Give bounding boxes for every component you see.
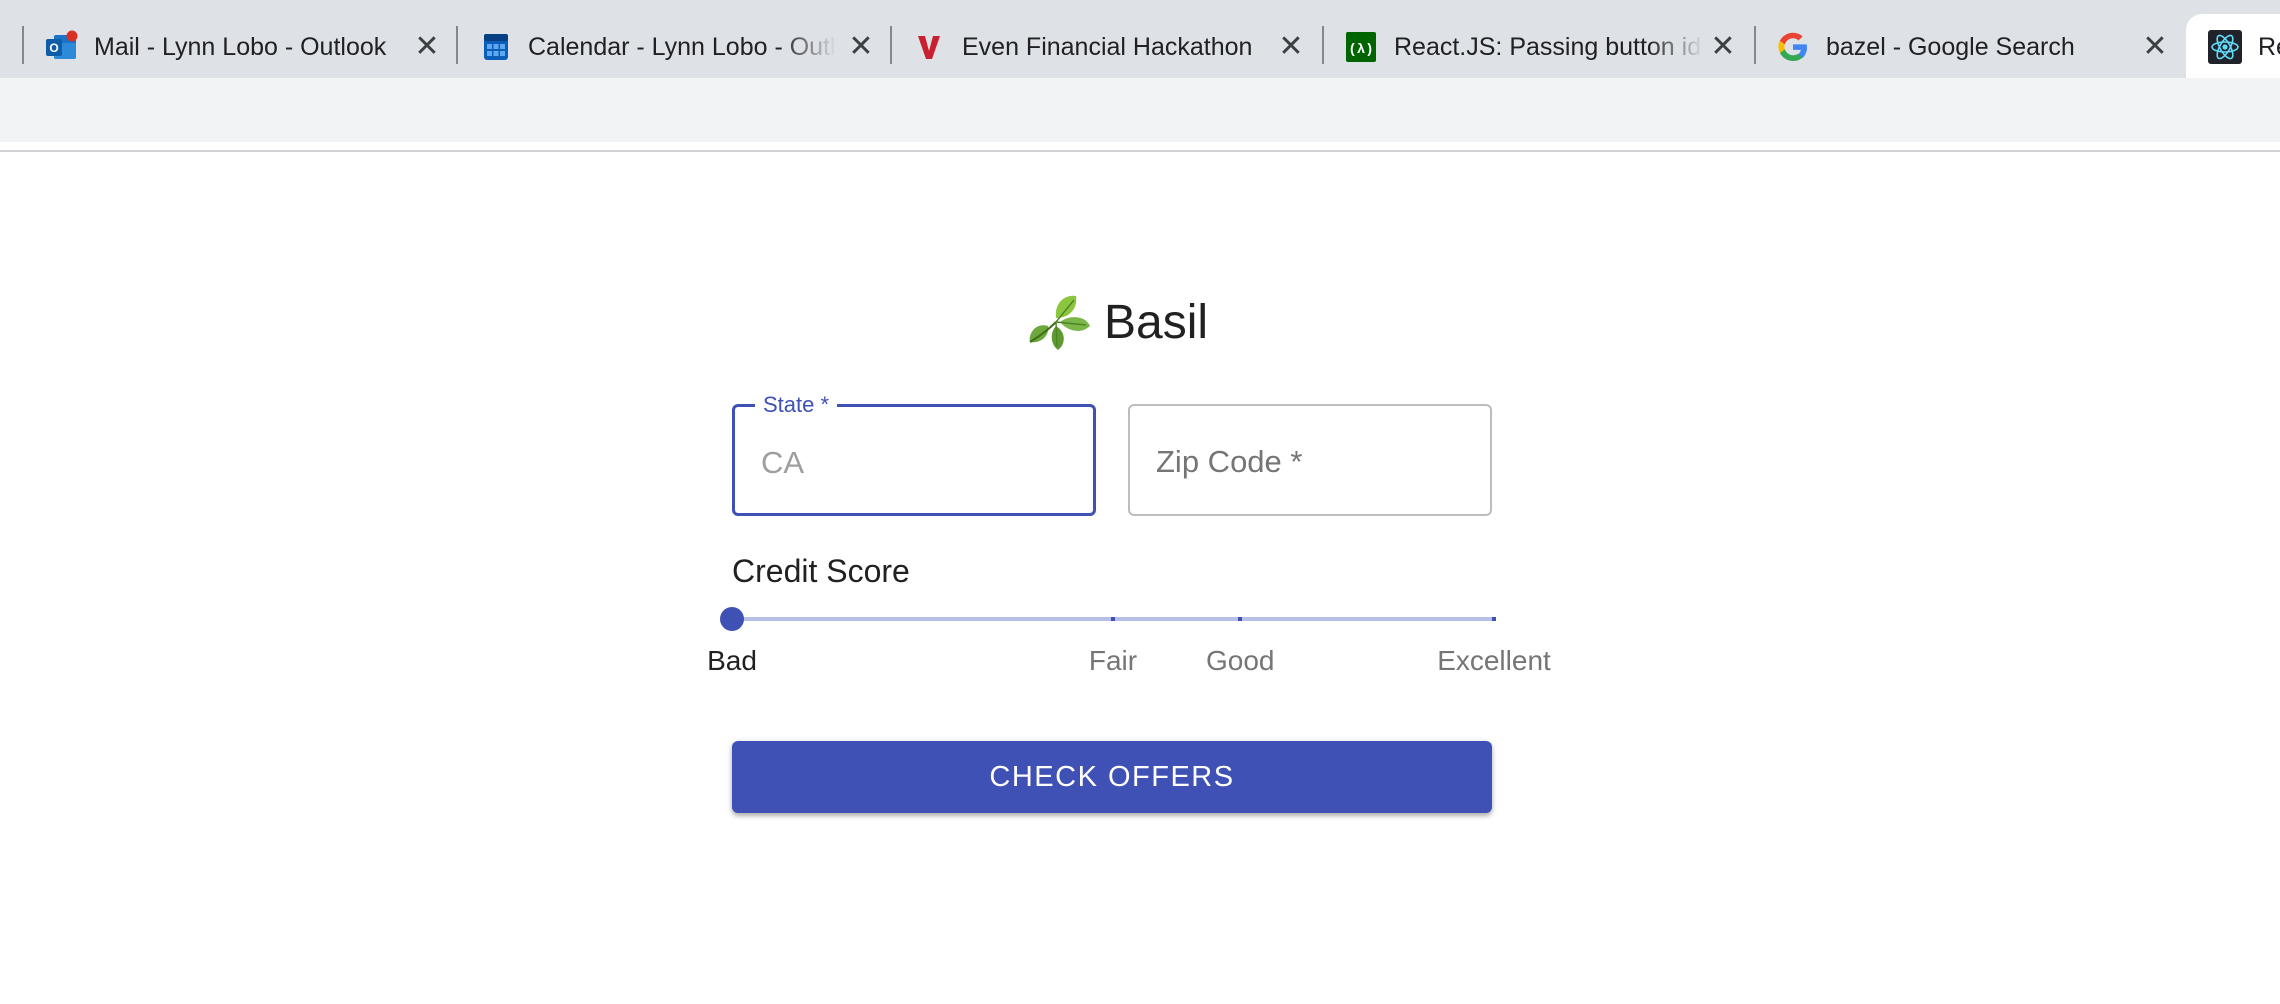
slider-label-good[interactable]: Good	[1206, 643, 1275, 679]
outlook-calendar-icon	[478, 30, 512, 64]
credit-score-label: Credit Score	[732, 553, 910, 589]
react-icon	[2208, 30, 2242, 64]
browser-tab-outlook-mail[interactable]: O Mail - Lynn Lobo - Outlook ✕	[22, 14, 456, 78]
tab-title: bazel - Google Search	[1826, 33, 2075, 61]
svg-text:(λ): (λ)	[1348, 42, 1373, 58]
slider-label-bad[interactable]: Bad	[707, 643, 757, 679]
toolbar-spacer	[0, 142, 2280, 150]
close-tab-icon[interactable]: ✕	[2138, 30, 2172, 64]
outlook-mail-icon: O	[44, 30, 78, 64]
close-tab-icon[interactable]: ✕	[1274, 30, 1308, 64]
browser-tab-even-financial[interactable]: Even Financial Hackathon ✕	[890, 14, 1322, 78]
browser-tab-strip: O Mail - Lynn Lobo - Outlook ✕ Calendar …	[0, 0, 2280, 78]
close-tab-icon[interactable]: ✕	[1706, 30, 1740, 64]
browser-tab-outlook-calendar[interactable]: Calendar - Lynn Lobo - Outlook ✕	[456, 14, 890, 78]
browser-toolbar	[0, 78, 2280, 142]
freecodecamp-icon: (λ)	[1344, 30, 1378, 64]
even-financial-icon	[912, 30, 946, 64]
browser-tab-react-app[interactable]: React App	[2186, 14, 2280, 78]
google-icon	[1776, 30, 1810, 64]
zip-code-field[interactable]: Zip Code *	[1128, 404, 1492, 516]
tab-separator	[1322, 26, 1324, 64]
tab-separator	[22, 26, 24, 64]
basil-leaf-icon	[1026, 292, 1094, 354]
slider-thumb[interactable]	[720, 607, 744, 631]
close-tab-icon[interactable]: ✕	[410, 30, 444, 64]
toolbar-divider	[0, 150, 2280, 152]
browser-tab-google-search[interactable]: bazel - Google Search ✕	[1754, 14, 2186, 78]
tab-title: React App	[2258, 33, 2280, 61]
close-tab-icon[interactable]: ✕	[844, 30, 878, 64]
zip-code-field-label: Zip Code *	[1156, 444, 1303, 479]
state-field[interactable]: State * CA	[732, 390, 1096, 516]
tab-separator	[456, 26, 458, 64]
state-input-value[interactable]: CA	[761, 443, 804, 483]
browser-tab-freecodecamp[interactable]: (λ) React.JS: Passing button id ✕	[1322, 14, 1754, 78]
tab-title: Calendar - Lynn Lobo - Outlook	[528, 33, 836, 61]
check-offers-button[interactable]: CHECK OFFERS	[732, 741, 1492, 813]
tab-separator	[1754, 26, 1756, 64]
tab-title: React.JS: Passing button id	[1394, 33, 1702, 61]
svg-text:O: O	[49, 41, 58, 55]
slider-mark-excellent	[1492, 617, 1496, 621]
tab-title: Even Financial Hackathon	[962, 33, 1253, 61]
app-brand: Basil	[1026, 278, 1208, 368]
slider-label-excellent[interactable]: Excellent	[1437, 643, 1551, 679]
tab-separator	[890, 26, 892, 64]
tab-title: Mail - Lynn Lobo - Outlook	[94, 33, 387, 61]
state-field-label: State *	[755, 390, 838, 420]
slider-mark-fair	[1111, 617, 1115, 621]
app-name: Basil	[1104, 296, 1209, 349]
slider-mark-good	[1238, 617, 1243, 621]
credit-score-slider[interactable]	[720, 604, 1496, 634]
slider-label-fair[interactable]: Fair	[1089, 643, 1137, 679]
